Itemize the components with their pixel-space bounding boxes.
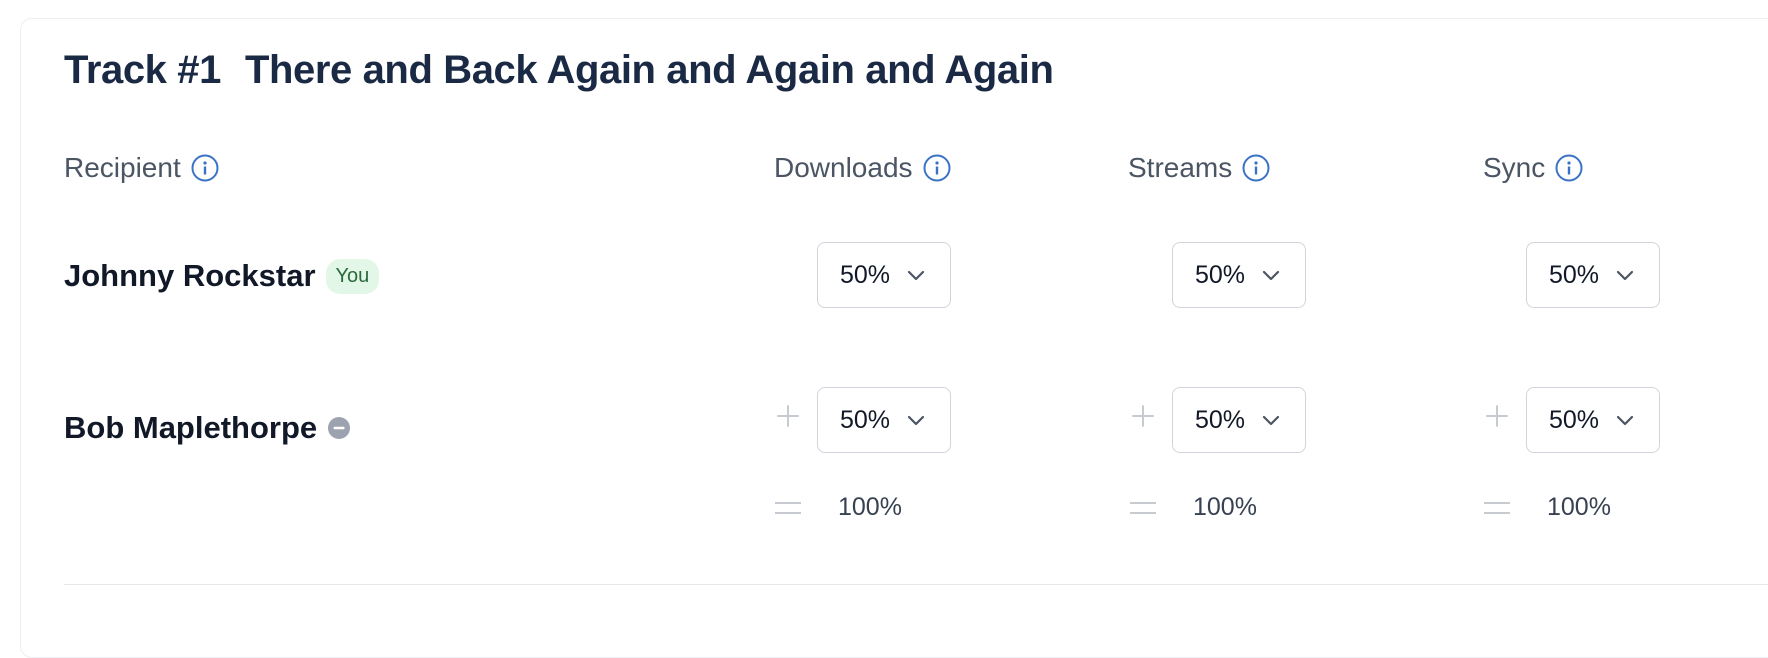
info-icon[interactable] <box>923 154 951 182</box>
info-icon[interactable] <box>191 154 219 182</box>
chevron-down-icon <box>1262 270 1280 281</box>
streams-share-select[interactable]: 50% <box>1172 242 1306 308</box>
recipient-name: Johnny Rockstar <box>64 258 316 293</box>
recipient-name: Bob Maplethorpe <box>64 410 318 445</box>
column-label-sync: Sync <box>1483 152 1546 183</box>
column-label-streams: Streams <box>1128 152 1233 183</box>
select-value: 50% <box>1195 405 1246 434</box>
select-value: 50% <box>840 260 891 289</box>
track-title: There and Back Again and Again and Again <box>244 48 1054 92</box>
recipient-row-1-name: Johnny Rockstar You <box>64 258 380 294</box>
chevron-down-icon <box>1616 415 1634 426</box>
chevron-down-icon <box>907 415 925 426</box>
column-label-recipient: Recipient <box>64 152 181 183</box>
sync-share-select[interactable]: 50% <box>1526 242 1660 308</box>
sync-total: 100% <box>1547 493 1611 521</box>
you-badge: You <box>325 258 380 294</box>
track-number: Track #1 <box>64 48 221 92</box>
downloads-total: 100% <box>838 493 902 521</box>
equals-icon <box>1130 502 1156 514</box>
info-icon[interactable] <box>1555 154 1583 182</box>
chevron-down-icon <box>1262 415 1280 426</box>
streams-total: 100% <box>1193 493 1257 521</box>
column-label-downloads: Downloads <box>774 152 913 183</box>
info-icon[interactable] <box>1242 154 1270 182</box>
downloads-share-select[interactable]: 50% <box>817 242 951 308</box>
column-header-streams: Streams <box>1128 152 1270 184</box>
chevron-down-icon <box>907 270 925 281</box>
select-value: 50% <box>1195 260 1246 289</box>
chevron-down-icon <box>1616 270 1634 281</box>
select-value: 50% <box>1549 260 1600 289</box>
remove-icon[interactable] <box>327 416 351 440</box>
track-card <box>20 18 1768 658</box>
equals-icon <box>1484 502 1510 514</box>
column-header-recipient: Recipient <box>64 152 219 184</box>
recipient-row-2-name: Bob Maplethorpe <box>64 410 351 446</box>
section-divider <box>64 584 1768 585</box>
plus-icon <box>1486 405 1508 427</box>
select-value: 50% <box>840 405 891 434</box>
plus-icon <box>1132 405 1154 427</box>
sync-share-select[interactable]: 50% <box>1526 387 1660 453</box>
column-header-downloads: Downloads <box>774 152 951 184</box>
select-value: 50% <box>1549 405 1600 434</box>
track-title-row: Track #1 There and Back Again and Again … <box>64 48 1054 93</box>
plus-icon <box>777 405 799 427</box>
downloads-share-select[interactable]: 50% <box>817 387 951 453</box>
column-header-sync: Sync <box>1483 152 1583 184</box>
streams-share-select[interactable]: 50% <box>1172 387 1306 453</box>
equals-icon <box>775 502 801 514</box>
